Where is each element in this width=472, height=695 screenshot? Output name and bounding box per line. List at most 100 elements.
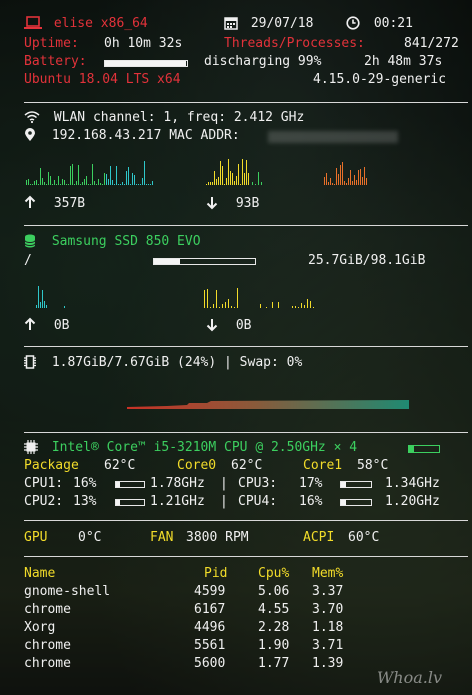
activity-spike — [304, 305, 305, 308]
cpu2-label: CPU2: — [24, 494, 64, 509]
proc-row-3-name: Xorg — [24, 620, 56, 635]
proc-row-2-name: chrome — [24, 602, 71, 617]
activity-spike — [38, 286, 39, 308]
activity-spike — [90, 184, 91, 185]
disk-usage: 25.7GiB/98.1GiB — [308, 253, 426, 268]
activity-spike — [44, 301, 45, 308]
cpu3-label: CPU3: — [238, 476, 278, 491]
activity-spike — [30, 184, 31, 185]
activity-spike — [42, 178, 43, 185]
os-name: Ubuntu 18.04 LTS x64 — [24, 72, 181, 87]
activity-spike — [354, 175, 355, 185]
disk-name-line: Samsung SSD 850 EVO — [24, 234, 201, 249]
cpu1-bar-fill — [116, 482, 121, 487]
uptime-value: 0h 10m 32s — [104, 36, 183, 51]
activity-spike — [261, 182, 262, 185]
activity-spike — [218, 177, 219, 185]
activity-spike — [338, 174, 339, 185]
activity-spike — [116, 166, 117, 185]
activity-spike — [50, 176, 51, 185]
activity-spike — [350, 170, 351, 185]
activity-spike — [46, 184, 47, 185]
activity-spike — [272, 302, 273, 308]
activity-spike — [80, 184, 81, 185]
clock-icon — [346, 15, 360, 30]
activity-spike — [66, 184, 67, 185]
activity-spike — [301, 303, 302, 308]
download-rate: 93B — [206, 196, 259, 211]
gpu-temp: 0°C — [78, 530, 102, 545]
arrow-down-icon — [206, 319, 218, 332]
proc-row-4-cpu: 1.90 — [258, 638, 290, 653]
activity-spike — [340, 165, 341, 185]
database-icon — [24, 234, 36, 247]
activity-spike — [298, 307, 299, 308]
cpu2-bar-fill — [116, 500, 120, 505]
disk-read-rate: 0B — [24, 317, 69, 333]
proc-row-4-name: chrome — [24, 638, 71, 653]
activity-spike — [42, 290, 43, 308]
activity-spike — [46, 305, 47, 308]
disk-write-graph — [204, 288, 314, 308]
proc-row-4-pid: 5561 — [194, 638, 226, 653]
kernel-version: 4.15.0-29-generic — [313, 72, 447, 87]
battery-label: Battery: — [24, 54, 87, 69]
activity-spike — [258, 172, 259, 185]
gpu-label: GPU — [24, 530, 48, 545]
proc-row-2-mem: 3.70 — [312, 602, 344, 617]
activity-spike — [138, 184, 139, 185]
package-label: Package — [24, 458, 79, 473]
activity-spike — [266, 307, 267, 308]
activity-spike — [348, 178, 349, 185]
activity-spike — [112, 180, 113, 185]
cpu4-bar-fill — [341, 500, 346, 505]
disk-mount: / — [24, 253, 32, 268]
activity-spike — [102, 184, 103, 185]
activity-spike — [134, 175, 135, 185]
network-download-graph — [206, 159, 367, 185]
activity-spike — [220, 161, 221, 185]
activity-spike — [28, 179, 29, 185]
activity-spike — [232, 173, 233, 185]
proc-row-5-pid: 5600 — [194, 656, 226, 671]
activity-spike — [118, 184, 119, 185]
activity-spike — [210, 182, 211, 185]
cpu-separator: | — [220, 494, 228, 509]
proc-header-cpu: Cpu% — [258, 566, 290, 581]
proc-row-3-mem: 1.18 — [312, 620, 344, 635]
cpu-name-line: Intel® Core™ i5-3210M CPU @ 2.50GHz × 4 — [24, 439, 357, 455]
activity-spike — [40, 168, 41, 185]
upload-value: 357B — [53, 196, 86, 211]
proc-row-3-pid: 4496 — [194, 620, 226, 635]
activity-spike — [238, 164, 239, 185]
memory-usage: 1.87GiB/7.67GiB (24%) | Swap: 0% — [51, 355, 303, 370]
activity-spike — [240, 184, 241, 185]
activity-spike — [152, 181, 153, 185]
activity-spike — [130, 184, 131, 185]
disk-name: Samsung SSD 850 EVO — [51, 234, 201, 249]
activity-spike — [148, 184, 149, 185]
location-pin-icon — [25, 127, 35, 141]
cpu4-bar — [340, 499, 372, 506]
conky-panel: elise x86_64 29/07/18 00:21 Uptime: 0h 1… — [0, 0, 472, 695]
calendar-icon — [224, 16, 238, 30]
activity-spike — [36, 305, 37, 308]
activity-spike — [114, 184, 115, 185]
proc-row-3-cpu: 2.28 — [258, 620, 290, 635]
cpu3-bar-fill — [341, 482, 347, 487]
activity-spike — [324, 177, 325, 185]
activity-spike — [124, 184, 125, 185]
activity-spike — [84, 179, 85, 185]
activity-spike — [336, 168, 337, 185]
activity-spike — [292, 306, 293, 308]
activity-spike — [100, 183, 101, 185]
memory-history-graph — [127, 400, 409, 409]
disk-usage-bar-fill — [154, 259, 181, 264]
activity-spike — [72, 164, 73, 185]
disk-read-graph — [36, 286, 65, 308]
activity-spike — [352, 181, 353, 185]
activity-spike — [86, 176, 87, 185]
activity-spike — [334, 184, 335, 185]
cpu-load-bar-fill — [409, 446, 414, 452]
activity-spike — [208, 182, 209, 185]
